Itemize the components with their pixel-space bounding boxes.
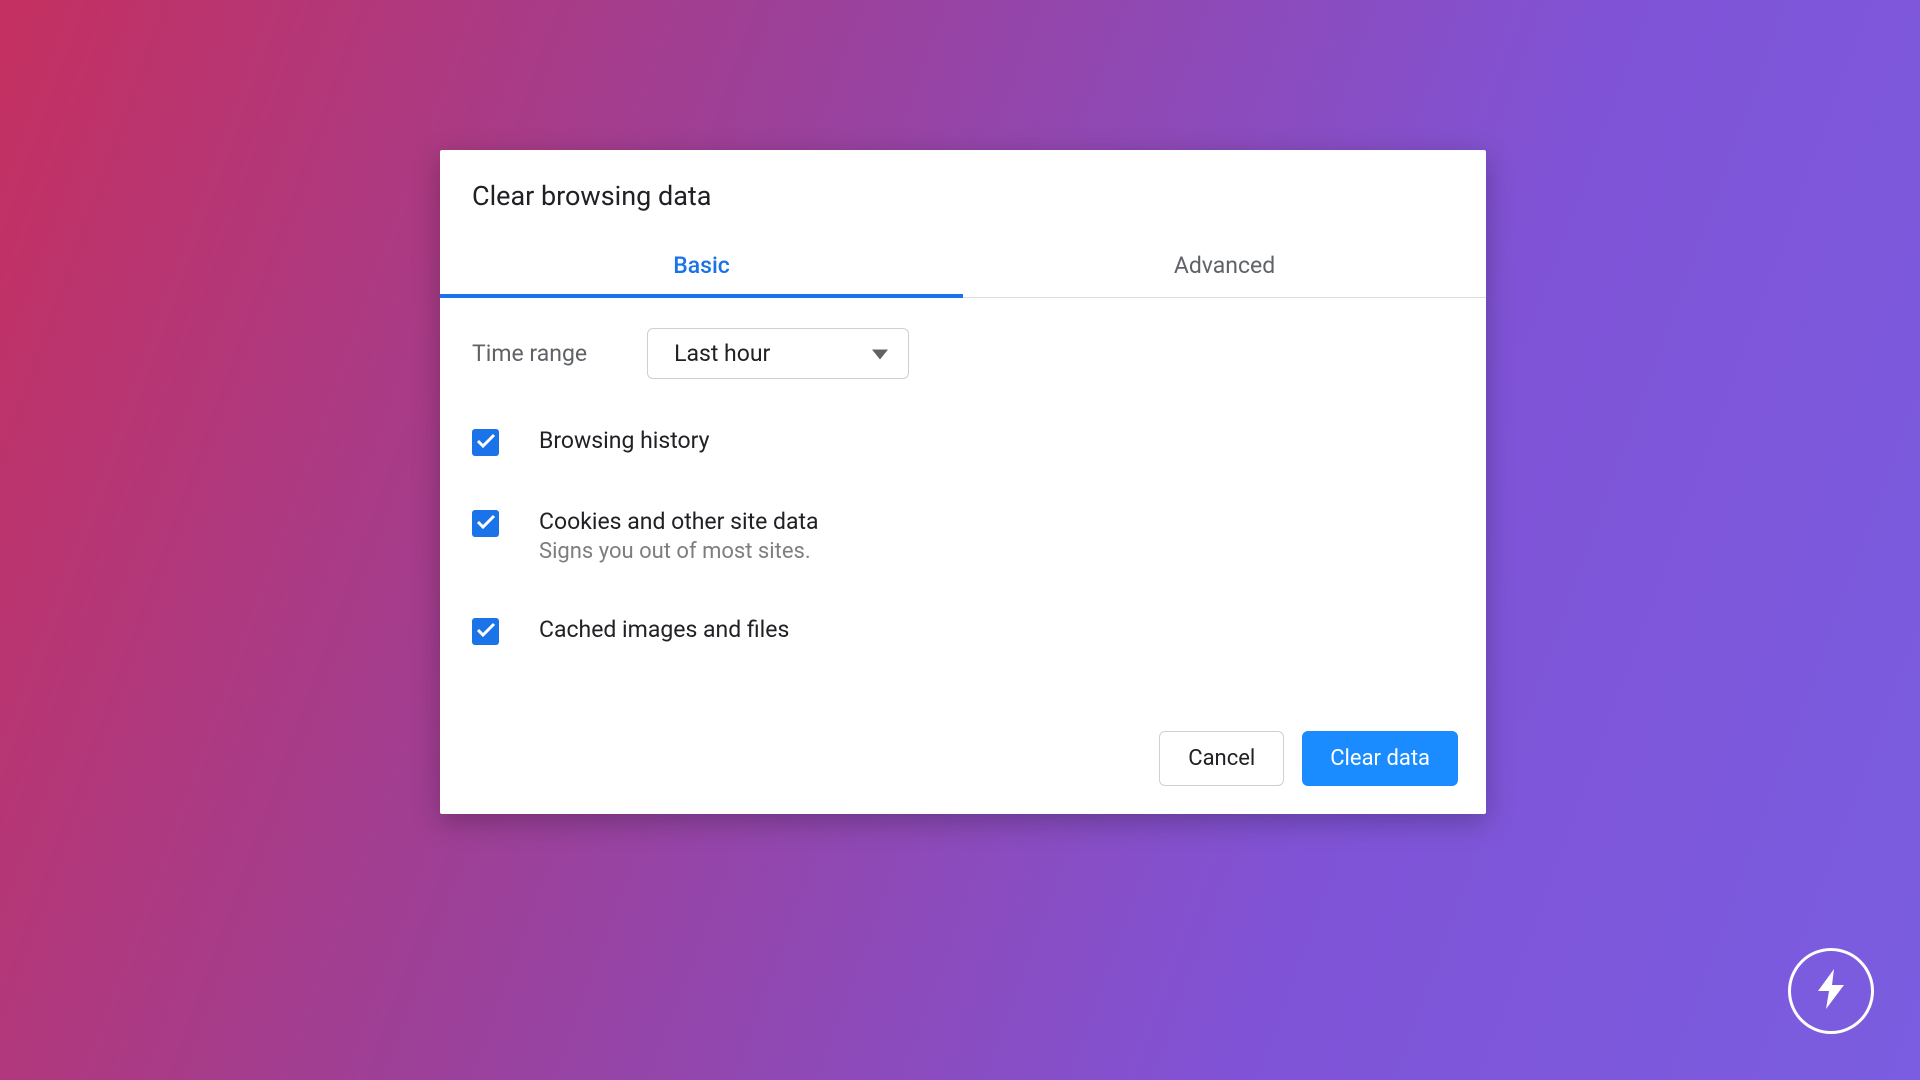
dialog-title: Clear browsing data (440, 150, 1486, 234)
check-icon (476, 622, 496, 642)
tab-advanced[interactable]: Advanced (963, 234, 1486, 297)
option-label: Cookies and other site data (539, 508, 819, 535)
time-range-row: Time range Last hour (472, 328, 1454, 379)
time-range-value: Last hour (674, 340, 770, 367)
option-label: Browsing history (539, 427, 710, 454)
dialog-content: Time range Last hour Browsing history (440, 298, 1486, 707)
clear-data-button[interactable]: Clear data (1302, 731, 1458, 786)
option-label: Cached images and files (539, 616, 789, 643)
tab-basic[interactable]: Basic (440, 234, 963, 297)
tabs: Basic Advanced (440, 234, 1486, 298)
checkbox-browsing-history[interactable] (472, 429, 499, 456)
option-cookies: Cookies and other site data Signs you ou… (472, 508, 1454, 564)
checkbox-cached-files[interactable] (472, 618, 499, 645)
clear-browsing-data-dialog: Clear browsing data Basic Advanced Time … (440, 150, 1486, 814)
cancel-button[interactable]: Cancel (1159, 731, 1284, 786)
chevron-down-icon (872, 344, 888, 363)
option-sublabel: Signs you out of most sites. (539, 539, 819, 564)
fab-button[interactable] (1788, 948, 1874, 1034)
time-range-select[interactable]: Last hour (647, 328, 909, 379)
dialog-footer: Cancel Clear data (440, 707, 1486, 814)
option-cached-files: Cached images and files (472, 616, 1454, 645)
option-browsing-history: Browsing history (472, 427, 1454, 456)
lightning-icon (1814, 967, 1848, 1015)
checkbox-cookies[interactable] (472, 510, 499, 537)
time-range-label: Time range (472, 340, 587, 367)
check-icon (476, 433, 496, 453)
check-icon (476, 514, 496, 534)
